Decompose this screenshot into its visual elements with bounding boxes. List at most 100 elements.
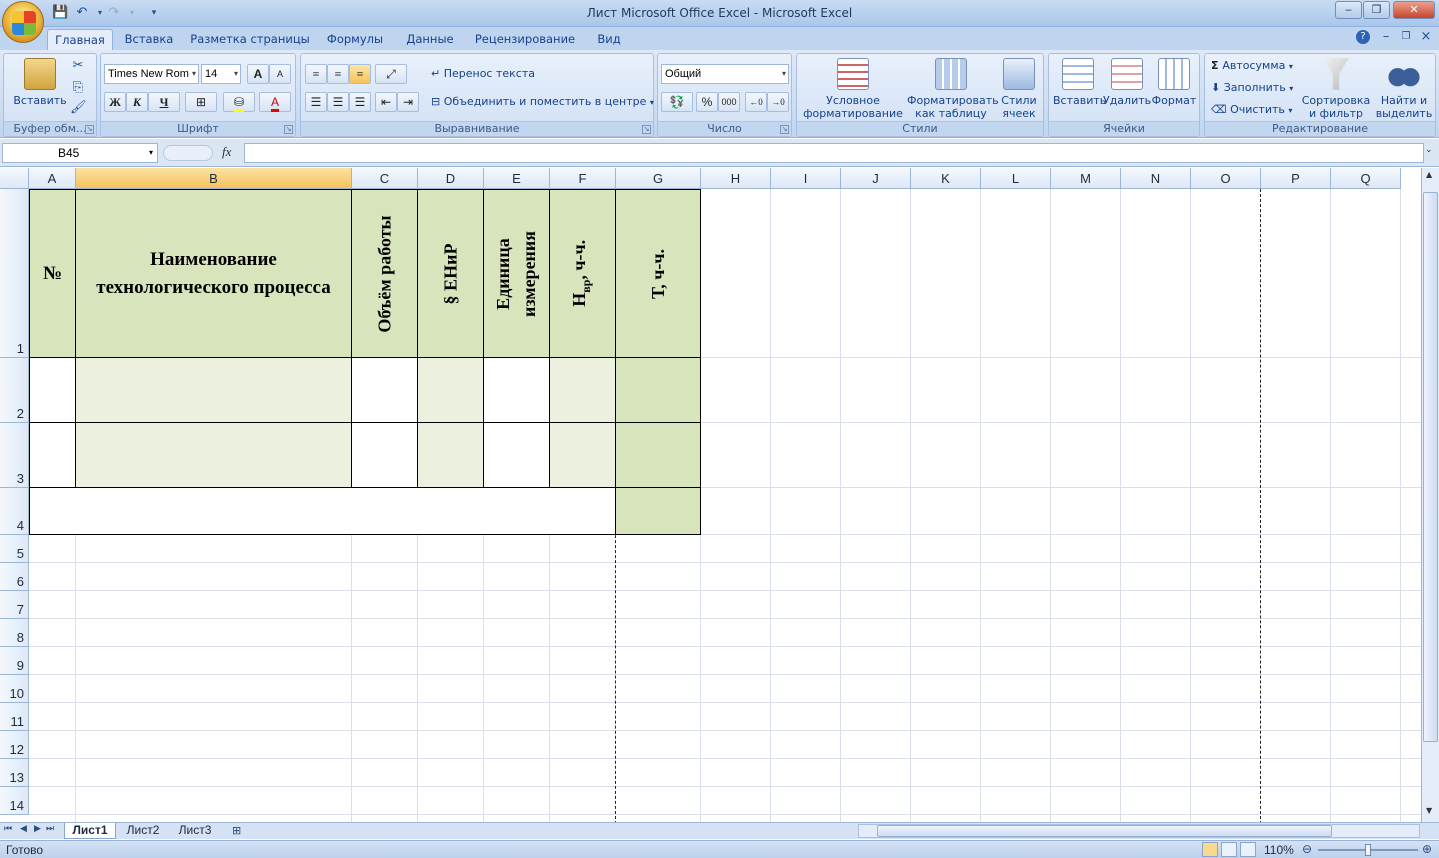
table-cell[interactable] [76, 358, 352, 423]
align-center-button[interactable]: ☰ [327, 92, 349, 112]
align-bottom-button[interactable]: ≡ [349, 64, 371, 84]
row-header-4[interactable]: 4 [0, 488, 29, 535]
row-header-10[interactable]: 10 [0, 675, 29, 703]
table-cell[interactable] [352, 423, 418, 488]
tab-formulas[interactable]: Формулы [322, 29, 388, 50]
worksheet-grid[interactable]: A B C D E F G H I J K L M N O P Q 1 2 3 … [0, 168, 1421, 822]
table-cell[interactable] [418, 358, 484, 423]
column-header-i[interactable]: I [771, 168, 841, 189]
header-cell-t[interactable]: Т, ч-ч. [616, 190, 701, 358]
align-top-button[interactable]: ≡ [305, 64, 327, 84]
table-cell[interactable] [352, 358, 418, 423]
tab-view[interactable]: Вид [590, 29, 628, 50]
wrap-text-button[interactable]: ↵ Перенос текста [431, 64, 535, 84]
column-header-l[interactable]: L [981, 168, 1051, 189]
orientation-button[interactable]: ⤢ [375, 64, 407, 84]
header-cell-number[interactable]: № [29, 190, 76, 358]
column-header-m[interactable]: M [1051, 168, 1121, 189]
align-middle-button[interactable]: ≡ [327, 64, 349, 84]
header-cell-enir[interactable]: § ЕНиР [418, 190, 484, 358]
italic-button[interactable]: К [126, 92, 148, 112]
underline-button[interactable]: Ч [148, 92, 180, 112]
tab-review[interactable]: Рецензирование [472, 29, 578, 50]
select-all-corner[interactable] [0, 168, 29, 189]
header-cell-unit[interactable]: Единица измерения [484, 190, 550, 358]
insert-function-icon[interactable]: fx [222, 144, 231, 160]
horizontal-scroll-thumb[interactable] [877, 825, 1332, 837]
ribbon-close-icon[interactable]: × [1418, 29, 1434, 45]
minimize-button[interactable]: ‒ [1335, 1, 1362, 19]
tab-data[interactable]: Данные [400, 29, 460, 50]
close-button[interactable]: ✕ [1393, 1, 1435, 19]
sort-filter-button[interactable]: Сортировка и фильтр [1301, 58, 1371, 120]
header-cell-nvr[interactable]: Нвр, ч-ч. [550, 190, 616, 358]
tab-insert[interactable]: Вставка [120, 29, 178, 50]
column-header-q[interactable]: Q [1331, 168, 1401, 189]
table-cell[interactable] [484, 423, 550, 488]
tab-home[interactable]: Главная [47, 29, 113, 50]
column-header-j[interactable]: J [841, 168, 911, 189]
font-launcher-icon[interactable]: ↘ [284, 125, 293, 134]
row-header-7[interactable]: 7 [0, 591, 29, 619]
column-header-o[interactable]: O [1191, 168, 1261, 189]
insert-cells-button[interactable]: Вставить [1053, 58, 1106, 107]
expand-formula-bar-icon[interactable]: ⌄ [1425, 145, 1433, 155]
row-header-3[interactable]: 3 [0, 423, 29, 488]
last-sheet-icon[interactable]: ⏭ [46, 824, 54, 834]
column-header-e[interactable]: E [484, 168, 550, 189]
tab-page-layout[interactable]: Разметка страницы [190, 29, 310, 50]
decrease-indent-button[interactable]: ⇤ [375, 92, 397, 112]
autosum-button[interactable]: Σ Автосумма ▾ [1211, 56, 1293, 76]
format-as-table-button[interactable]: Форматировать как таблицу [907, 58, 999, 120]
normal-view-button[interactable] [1202, 842, 1218, 857]
font-name-select[interactable]: Times New Rom ▾ [104, 64, 199, 84]
row-header-12[interactable]: 12 [0, 731, 29, 759]
column-header-n[interactable]: N [1121, 168, 1191, 189]
bold-button[interactable]: Ж [104, 92, 126, 112]
sheet-tab-1[interactable]: Лист1 [64, 823, 116, 839]
find-select-button[interactable]: Найти и выделить [1375, 58, 1433, 120]
cut-icon[interactable]: ✂ [70, 58, 86, 74]
decrease-decimal-button[interactable]: →0 [767, 92, 789, 112]
conditional-formatting-button[interactable]: Условное форматирование [801, 58, 905, 120]
format-cells-button[interactable]: Формат [1151, 58, 1197, 107]
row-header-1[interactable]: 1 [0, 189, 29, 358]
table-cell[interactable] [616, 423, 701, 488]
column-header-a[interactable]: A [29, 168, 76, 189]
percent-button[interactable]: % [696, 92, 718, 112]
thousands-button[interactable]: 000 [718, 92, 740, 112]
merged-total-cell[interactable] [29, 488, 616, 535]
table-cell[interactable] [29, 423, 76, 488]
vertical-scrollbar[interactable]: ▲ ▼ [1421, 168, 1439, 822]
zoom-in-icon[interactable]: ⊕ [1422, 842, 1432, 856]
clear-button[interactable]: ⌫ Очистить ▾ [1211, 100, 1292, 120]
shrink-font-button[interactable]: A [269, 64, 291, 84]
scroll-down-icon[interactable]: ▼ [1426, 806, 1432, 815]
table-cell[interactable] [616, 358, 701, 423]
row-header-9[interactable]: 9 [0, 647, 29, 675]
row-header-14[interactable]: 14 [0, 787, 29, 815]
fill-color-button[interactable]: ⛁ [223, 92, 255, 112]
column-header-p[interactable]: P [1261, 168, 1331, 189]
zoom-slider[interactable] [1318, 844, 1418, 856]
alignment-launcher-icon[interactable]: ↘ [642, 125, 651, 134]
first-sheet-icon[interactable]: ⏮ [4, 824, 12, 834]
name-box[interactable]: B45 ▾ [2, 143, 158, 163]
horizontal-scrollbar[interactable] [858, 824, 1420, 838]
ribbon-minimize-icon[interactable]: – [1378, 29, 1394, 45]
row-header-8[interactable]: 8 [0, 619, 29, 647]
borders-button[interactable]: ⊞ [185, 92, 217, 112]
row-header-6[interactable]: 6 [0, 563, 29, 591]
number-launcher-icon[interactable]: ↘ [780, 125, 789, 134]
delete-cells-button[interactable]: Удалить [1103, 58, 1151, 107]
insert-sheet-icon[interactable]: ⊞ [232, 824, 241, 837]
table-cell[interactable] [29, 358, 76, 423]
copy-icon[interactable]: ⎘ [70, 80, 86, 96]
number-format-select[interactable]: Общий ▾ [661, 64, 789, 84]
ribbon-restore-icon[interactable]: ❐ [1398, 29, 1414, 45]
page-break-preview-button[interactable] [1240, 842, 1256, 857]
clipboard-launcher-icon[interactable]: ↘ [85, 125, 94, 134]
column-header-d[interactable]: D [418, 168, 484, 189]
table-cell[interactable] [550, 423, 616, 488]
grow-font-button[interactable]: A [247, 64, 269, 84]
